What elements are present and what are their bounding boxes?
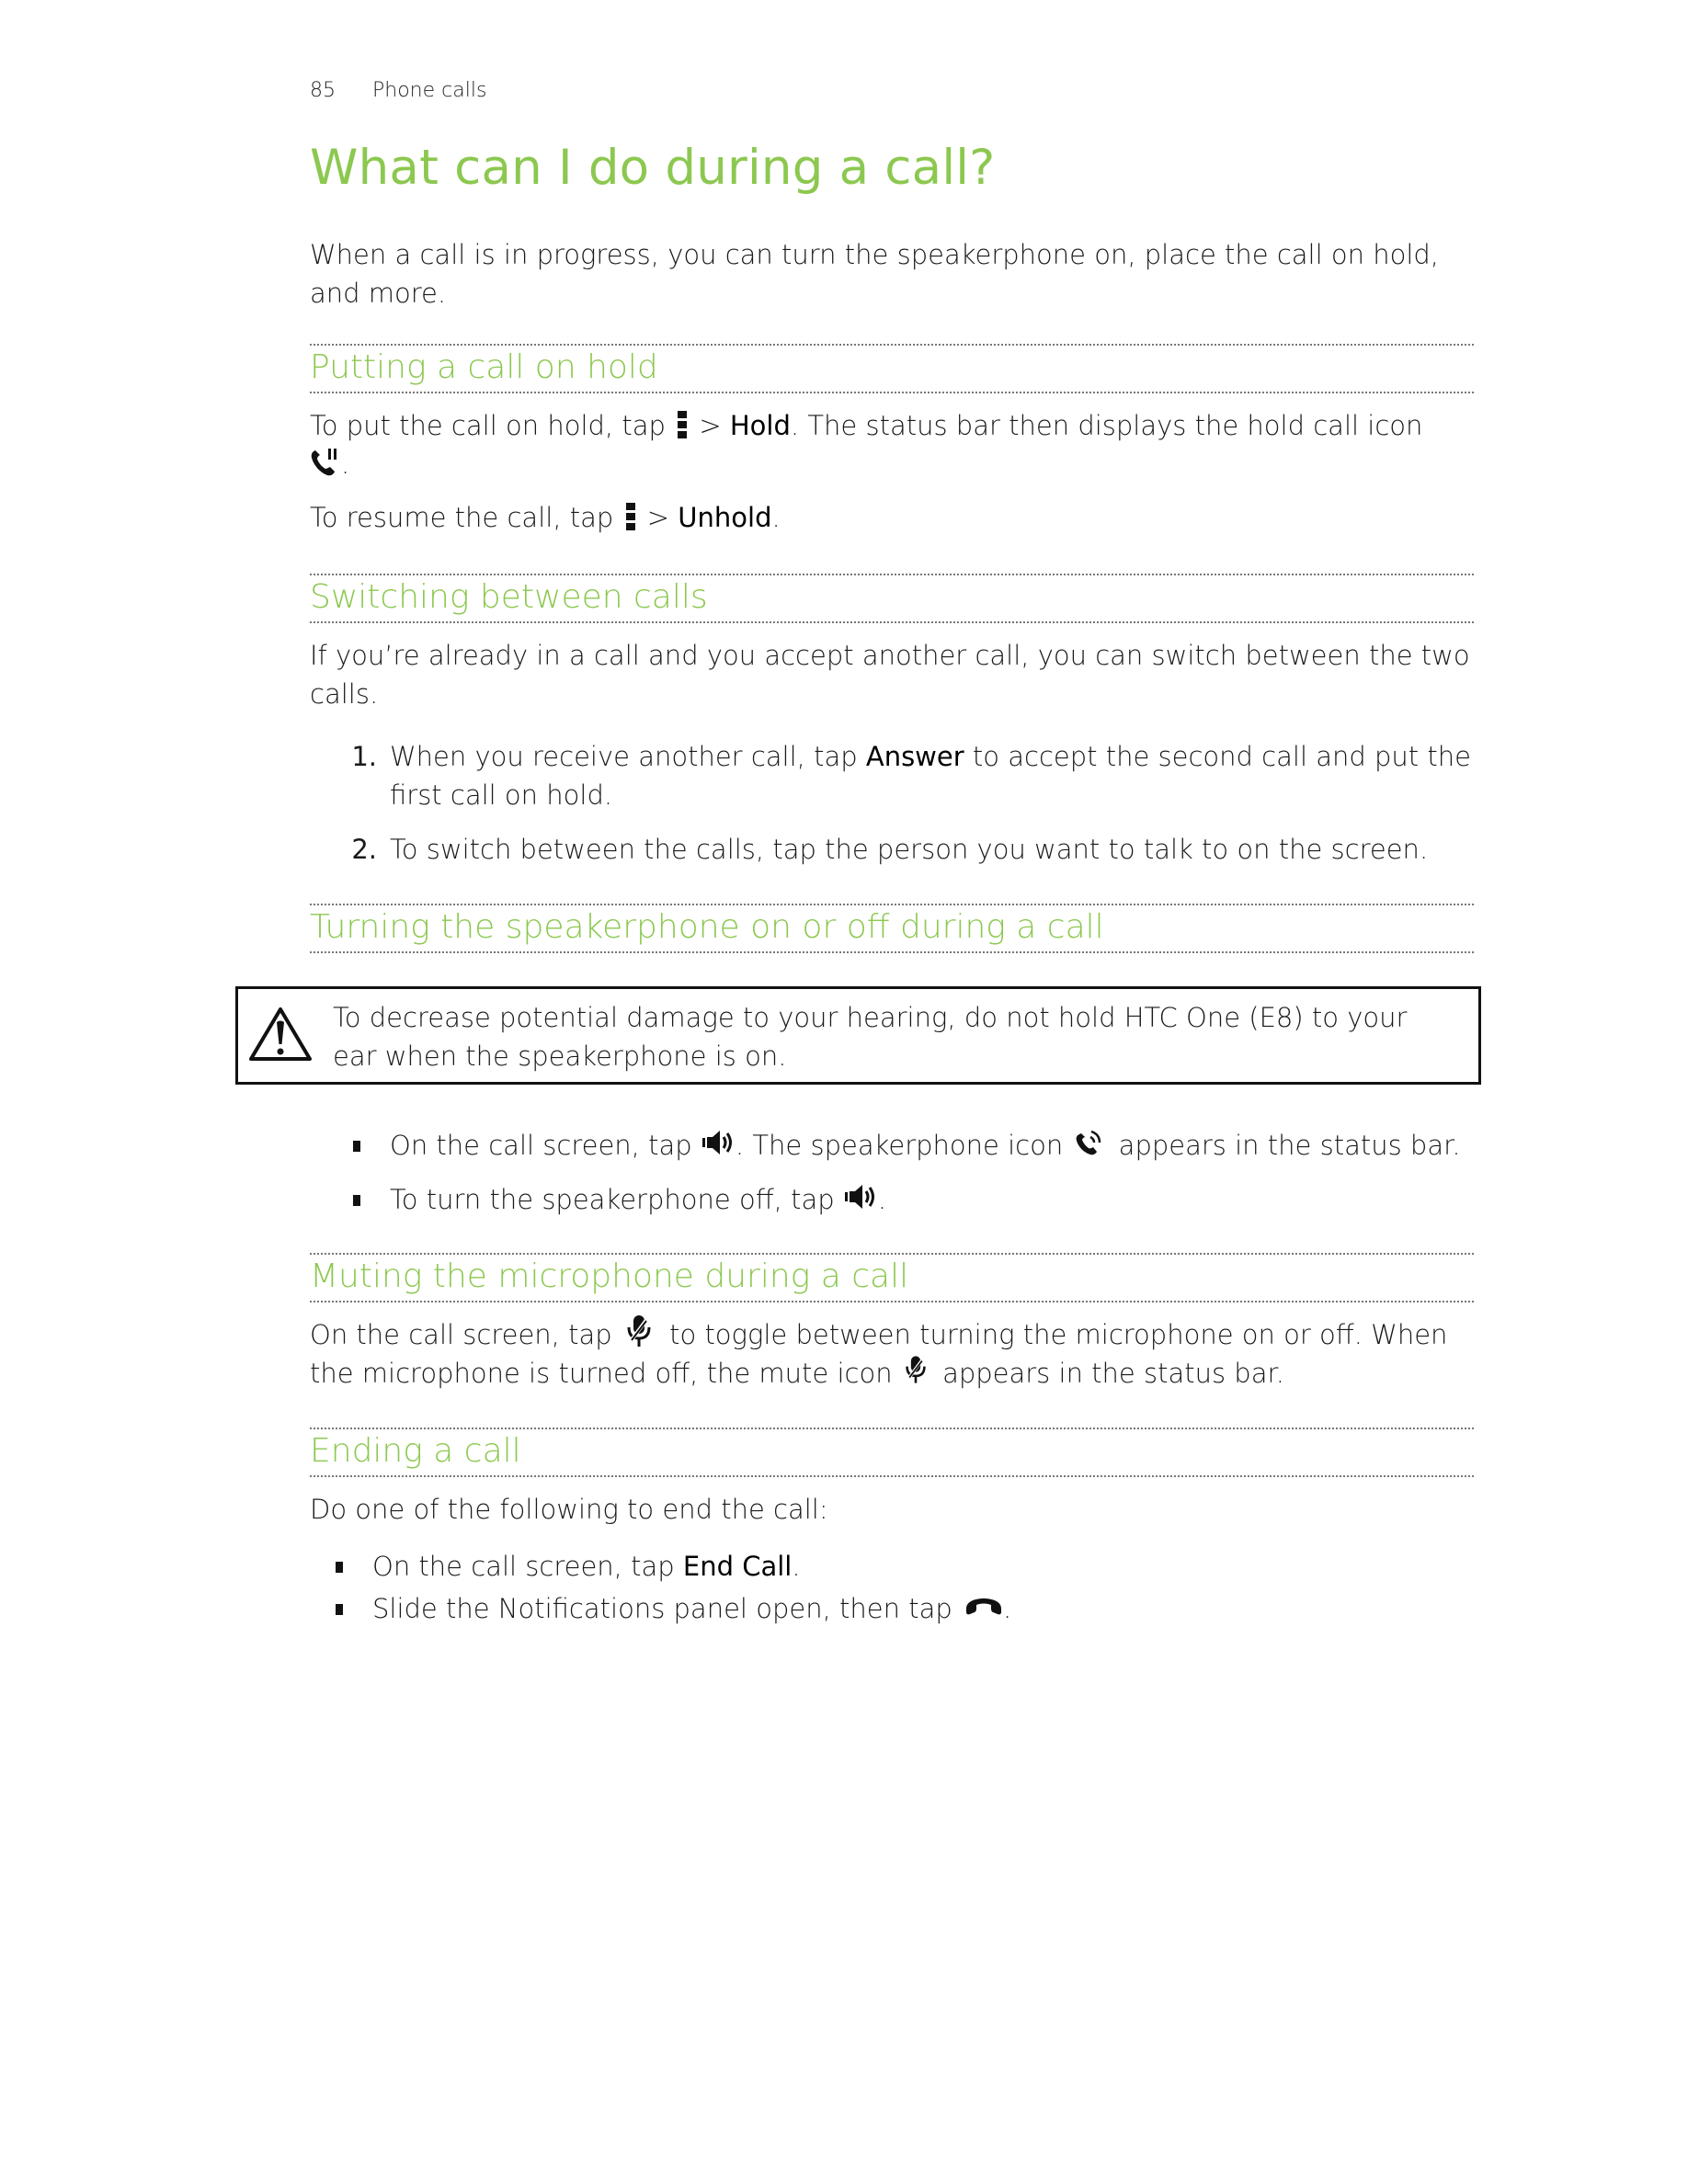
text: Slide the Notifications panel open, then… xyxy=(372,1593,952,1624)
intro-paragraph: When a call is in progress, you can turn… xyxy=(310,239,1440,309)
page-title: What can I do during a call? xyxy=(310,140,996,196)
menu-icon xyxy=(625,503,635,530)
text: When you receive another call, tap xyxy=(390,741,858,772)
ending-intro: Do one of the following to end the call: xyxy=(310,1494,828,1525)
text: appears in the status bar. xyxy=(1118,1130,1461,1161)
section-heading-rule: Turning the speakerphone on or off durin… xyxy=(310,904,1474,953)
text: . xyxy=(341,449,350,480)
step-number: 1. xyxy=(351,741,377,772)
text: . xyxy=(792,1551,801,1582)
section-heading-rule: Ending a call xyxy=(310,1428,1474,1477)
end-call-icon xyxy=(964,1598,1003,1616)
bullet-marker xyxy=(353,1195,360,1206)
section-heading-rule: Putting a call on hold xyxy=(310,344,1474,393)
section-heading: Ending a call xyxy=(310,1432,521,1470)
hold-action-label: Hold xyxy=(729,410,791,441)
running-header: 85 Phone calls xyxy=(310,79,486,102)
section-heading: Switching between calls xyxy=(310,578,708,616)
section-switching: Switching between calls If you’re alread… xyxy=(310,574,1474,865)
section-heading-rule: Muting the microphone during a call xyxy=(310,1253,1474,1302)
text: On the call screen, tap xyxy=(390,1130,692,1161)
section-hold: Putting a call on hold To put the call o… xyxy=(310,344,1474,533)
warning-callout: To decrease potential damage to your hea… xyxy=(235,986,1481,1085)
text: . xyxy=(1002,1593,1012,1624)
section-heading: Muting the microphone during a call xyxy=(310,1257,909,1295)
text: On the call screen, tap xyxy=(372,1551,675,1582)
ending-bullets: On the call screen, tap End Call. Slide … xyxy=(336,1547,1476,1628)
speakerphone-bullets: On the call screen, tap . The speakerpho… xyxy=(353,1126,1493,1219)
text: appears in the status bar. xyxy=(942,1358,1284,1389)
menu-icon xyxy=(678,411,688,438)
section-speakerphone: Turning the speakerphone on or off durin… xyxy=(310,904,1474,953)
text: To turn the speakerphone off, tap xyxy=(390,1184,835,1215)
bullet-marker xyxy=(336,1562,343,1573)
text: To put the call on hold, tap xyxy=(310,410,666,441)
text: . xyxy=(771,502,781,533)
page-number: 85 xyxy=(310,79,336,102)
hold-call-icon xyxy=(310,448,341,477)
step-item: 1. When you receive another call, tap An… xyxy=(351,737,1475,814)
section-heading-rule: Switching between calls xyxy=(310,574,1474,623)
text: To resume the call, tap xyxy=(310,502,614,533)
bullet-item: Slide the Notifications panel open, then… xyxy=(336,1589,1476,1628)
bullet-marker xyxy=(353,1141,360,1152)
bullet-marker xyxy=(336,1604,343,1615)
mute-microphone-icon xyxy=(626,1314,652,1348)
menu-separator: > xyxy=(646,502,670,533)
unhold-instruction: To resume the call, tap > Unhold. xyxy=(310,498,1474,537)
text: . xyxy=(877,1184,887,1215)
speaker-icon xyxy=(701,1129,736,1156)
end-call-action-label: End Call xyxy=(682,1551,793,1582)
unhold-action-label: Unhold xyxy=(678,502,772,533)
warning-text: To decrease potential damage to your hea… xyxy=(333,1002,1408,1072)
step-item: 2. To switch between the calls, tap the … xyxy=(351,830,1475,869)
answer-action-label: Answer xyxy=(865,741,964,772)
menu-separator: > xyxy=(699,410,722,441)
text: To switch between the calls, tap the per… xyxy=(390,834,1429,865)
section-heading: Turning the speakerphone on or off durin… xyxy=(310,908,1104,946)
bullet-item: To turn the speakerphone off, tap . xyxy=(353,1180,1493,1219)
text: . The status bar then displays the hold … xyxy=(790,410,1423,441)
section-ending: Ending a call Do one of the following to… xyxy=(310,1428,1474,1624)
switching-steps: 1. When you receive another call, tap An… xyxy=(351,737,1475,869)
step-number: 2. xyxy=(351,834,377,865)
text: . The speakerphone icon xyxy=(735,1130,1064,1161)
section-mute: Muting the microphone during a call On t… xyxy=(310,1253,1474,1389)
bullet-item: On the call screen, tap . The speakerpho… xyxy=(353,1126,1493,1165)
switching-intro: If you’re already in a call and you acce… xyxy=(310,640,1470,710)
section-heading: Putting a call on hold xyxy=(310,348,658,386)
bullet-item: On the call screen, tap End Call. xyxy=(336,1547,1476,1586)
mute-microphone-icon xyxy=(905,1355,927,1384)
speaker-icon xyxy=(844,1183,878,1211)
chapter-name: Phone calls xyxy=(372,79,487,102)
warning-icon xyxy=(247,1006,314,1066)
speakerphone-status-icon xyxy=(1075,1129,1102,1156)
mute-instruction: On the call screen, tap to toggle betwee… xyxy=(310,1315,1474,1393)
hold-instruction: To put the call on hold, tap > Hold. The… xyxy=(310,406,1474,483)
text: On the call screen, tap xyxy=(310,1319,612,1350)
